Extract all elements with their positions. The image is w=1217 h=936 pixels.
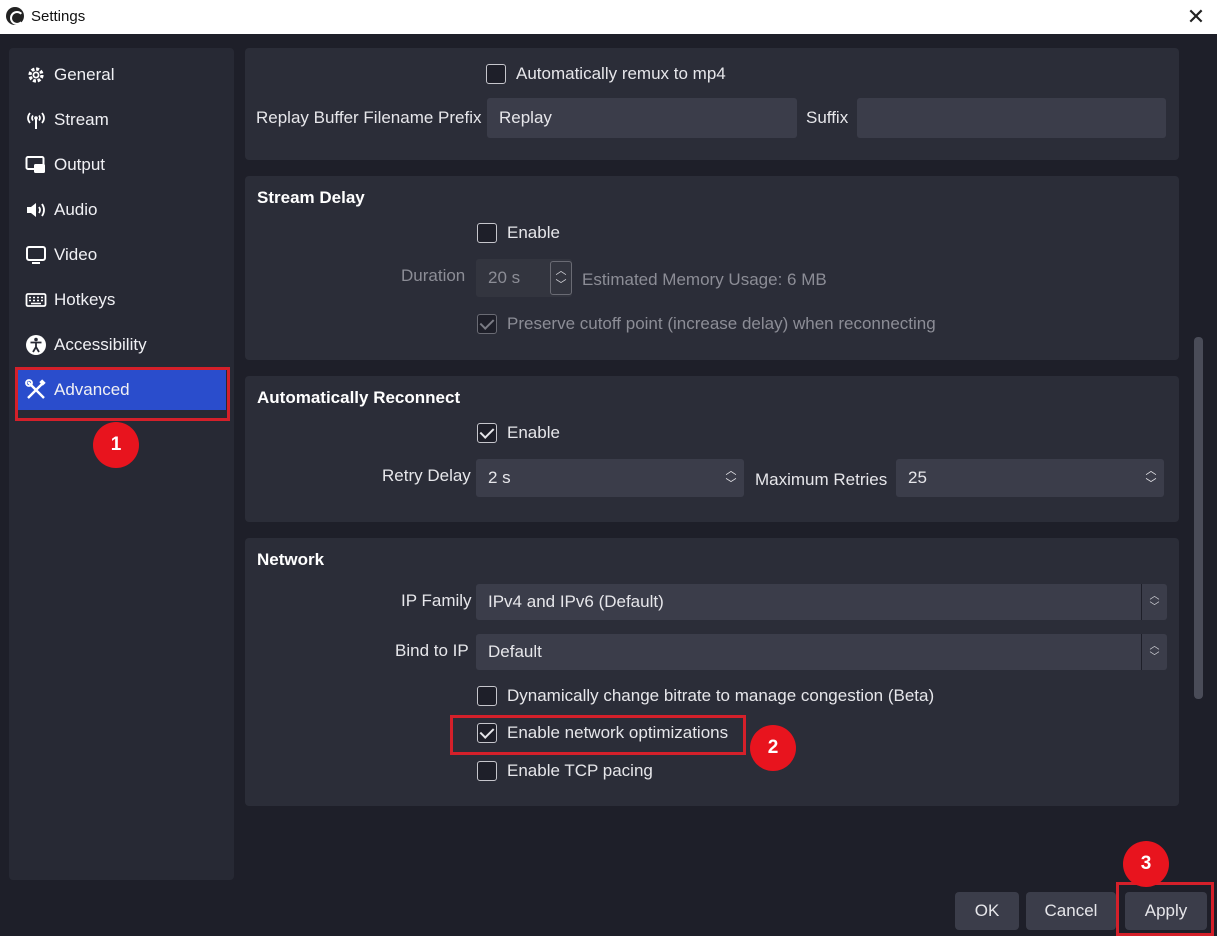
speaker-icon [25,199,47,221]
checkbox-box [477,686,497,706]
prefix-label: Replay Buffer Filename Prefix [256,108,482,127]
memory-usage-text: Estimated Memory Usage: 6 MB [582,270,827,289]
checkbox-box [477,423,497,443]
preserve-label: Preserve cutoff point (increase delay) w… [507,314,936,333]
retry-delay-spinbox[interactable]: 2 s ︿ ﹀ [476,459,744,497]
ip-family-select[interactable]: IPv4 and IPv6 (Default) ︿ ﹀ [476,584,1167,620]
duration-value: 20 s [488,268,521,287]
keyboard-icon [25,289,47,311]
window-title: Settings [31,8,86,25]
section-title: Network [257,550,325,569]
sidebar-item-label: Audio [54,200,98,219]
max-retries-label: Maximum Retries [755,470,888,489]
checkbox-box [477,223,497,243]
checkbox-box [477,314,497,334]
sidebar-item-label: Accessibility [54,335,147,354]
sidebar-item-label: Output [54,155,106,174]
sidebar-item-advanced[interactable]: Advanced [17,370,226,410]
chevron-updown-icon: ︿ ﹀ [1141,634,1167,670]
tools-icon [25,379,47,401]
remux-checkbox[interactable]: Automatically remux to mp4 [486,64,726,84]
dynamic-bitrate-label: Dynamically change bitrate to manage con… [507,686,935,705]
sidebar-item-label: Video [54,245,98,264]
spin-arrows-icon[interactable]: ︿ ﹀ [550,261,572,295]
bind-ip-select[interactable]: Default ︿ ﹀ [476,634,1167,670]
prefix-value: Replay [499,108,552,127]
sidebar-item-video[interactable]: Video [17,235,226,275]
sidebar-item-output[interactable]: Output [17,145,226,185]
title-bar: Settings ✕ [0,0,1217,34]
preserve-cutoff-checkbox[interactable]: Preserve cutoff point (increase delay) w… [477,314,936,334]
sidebar-item-label: General [54,65,115,84]
monitor-icon [25,244,47,266]
dynamic-bitrate-checkbox[interactable]: Dynamically change bitrate to manage con… [477,686,934,706]
prefix-input[interactable]: Replay [487,98,797,138]
cancel-button[interactable]: Cancel [1026,892,1116,930]
network-optimizations-checkbox[interactable]: Enable network optimizations [477,723,728,743]
step-badge-3: 3 [1123,841,1169,887]
network-optimizations-label: Enable network optimizations [507,723,729,742]
bind-ip-value: Default [488,642,542,661]
section-title: Automatically Reconnect [257,388,461,407]
ok-button[interactable]: OK [955,892,1019,930]
replay-buffer-panel: Automatically remux to mp4 Replay Buffer… [245,48,1179,160]
antenna-icon [25,109,47,131]
checkbox-box [477,723,497,743]
accessibility-icon [25,334,47,356]
ip-family-value: IPv4 and IPv6 (Default) [488,592,664,611]
checkbox-box [477,761,497,781]
apply-button[interactable]: Apply [1125,892,1207,930]
tcp-pacing-label: Enable TCP pacing [507,761,653,780]
reconnect-enable-checkbox[interactable]: Enable [477,423,560,443]
duration-spinbox[interactable]: 20 s ︿ ﹀ [476,259,572,297]
sidebar-item-accessibility[interactable]: Accessibility [17,325,226,365]
sidebar-item-audio[interactable]: Audio [17,190,226,230]
network-panel: Network IP Family IPv4 and IPv6 (Default… [245,538,1179,806]
retry-delay-label: Retry Delay [382,466,471,485]
section-title: Stream Delay [257,188,365,207]
scrollbar-thumb[interactable] [1194,337,1203,699]
stream-delay-enable-checkbox[interactable]: Enable [477,223,560,243]
spin-arrows-icon[interactable]: ︿ ﹀ [1142,459,1160,497]
spin-arrows-icon[interactable]: ︿ ﹀ [722,459,740,497]
output-icon [25,154,47,176]
step-badge-2: 2 [750,725,796,771]
sidebar-item-label: Stream [54,110,109,129]
tcp-pacing-checkbox[interactable]: Enable TCP pacing [477,761,653,781]
obs-logo-icon [6,7,24,25]
sidebar-item-label: Advanced [54,380,130,399]
chevron-updown-icon: ︿ ﹀ [1141,584,1167,620]
suffix-input[interactable] [857,98,1166,138]
close-icon[interactable]: ✕ [1183,4,1209,30]
sidebar-item-general[interactable]: General [17,55,226,95]
step-badge-1: 1 [93,422,139,468]
checkbox-box [486,64,506,84]
duration-label: Duration [401,266,466,285]
max-retries-spinbox[interactable]: 25 ︿ ﹀ [896,459,1164,497]
retry-delay-value: 2 s [488,468,511,487]
bind-ip-label: Bind to IP [395,641,469,660]
max-retries-value: 25 [908,468,927,487]
sidebar-item-label: Hotkeys [54,290,116,309]
enable-label: Enable [507,423,560,442]
sidebar-item-hotkeys[interactable]: Hotkeys [17,280,226,320]
stream-delay-panel: Stream Delay Enable Duration 20 s ︿ ﹀ Est… [245,176,1179,360]
suffix-label: Suffix [806,108,849,127]
sidebar-item-stream[interactable]: Stream [17,100,226,140]
ip-family-label: IP Family [401,591,472,610]
gear-icon [25,64,47,86]
enable-label: Enable [507,223,560,242]
remux-label: Automatically remux to mp4 [516,64,726,83]
reconnect-panel: Automatically Reconnect Enable Retry Del… [245,376,1179,522]
